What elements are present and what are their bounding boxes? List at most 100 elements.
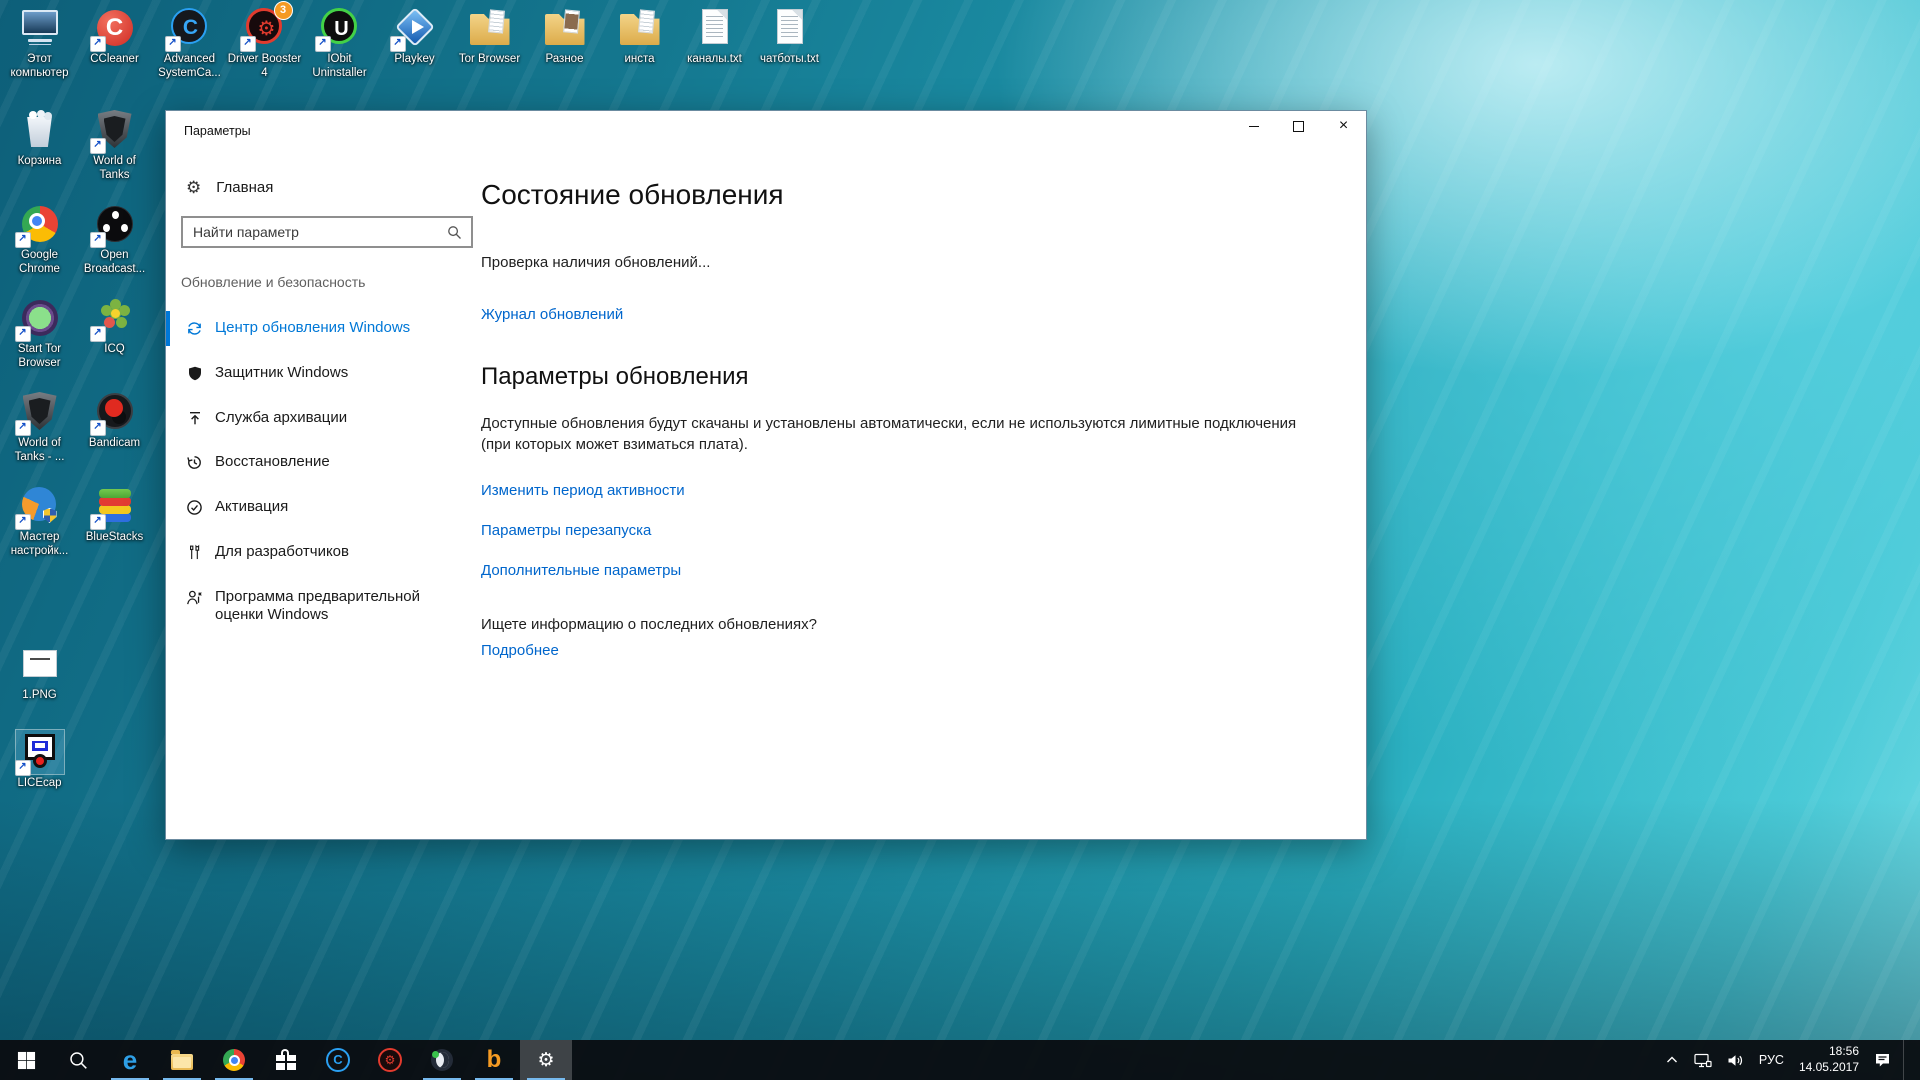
- text-file-icon: [691, 6, 739, 50]
- desktop-icon-label: Этот компьютер: [2, 53, 77, 80]
- master-icon: ↗: [16, 484, 64, 528]
- shortcut-arrow-icon: ↗: [390, 36, 406, 52]
- clock[interactable]: 18:56 14.05.2017: [1799, 1044, 1859, 1075]
- advanced-options-link[interactable]: Дополнительные параметры: [481, 561, 1336, 581]
- language-indicator[interactable]: РУС: [1759, 1053, 1784, 1067]
- minimize-button[interactable]: [1231, 111, 1276, 141]
- backup-icon: [186, 410, 203, 427]
- desktop-icon-ccleaner[interactable]: ↗CCleaner: [77, 6, 152, 80]
- window-controls: ×: [1231, 111, 1366, 141]
- desktop-icon-google-chrome[interactable]: ↗Google Chrome: [2, 202, 77, 276]
- bluestacks-icon: ↗: [91, 484, 139, 528]
- desktop-icon-playkey[interactable]: ↗Playkey: [377, 6, 452, 80]
- sidebar-item-windows-update[interactable]: Центр обновления Windows: [166, 306, 481, 351]
- taskbar-file-explorer-button[interactable]: [156, 1040, 208, 1080]
- desktop-icon-driver-booster[interactable]: ↗3Driver Booster 4: [227, 6, 302, 80]
- desktop-icon-label: Корзина: [2, 155, 77, 169]
- sidebar-item-recovery[interactable]: Восстановление: [166, 440, 481, 485]
- sidebar-item-home[interactable]: ⚙ Главная: [186, 179, 481, 196]
- desktop-icon-chatboty-txt[interactable]: чатботы.txt: [752, 6, 827, 80]
- sidebar-item-label: Активация: [215, 498, 288, 517]
- taskbar-edge-button[interactable]: e: [104, 1040, 156, 1080]
- taskbar-daemon-tools-button[interactable]: [416, 1040, 468, 1080]
- desktop-icon-1-png[interactable]: 1.PNG: [2, 642, 77, 703]
- info-text: Ищете информацию о последних обновлениях…: [481, 615, 1336, 635]
- desktop-icon-licecap[interactable]: ↗LICEcap: [2, 730, 77, 791]
- desktop-icon-world-of-tanks-shortcut[interactable]: ↗World of Tanks - ...: [2, 390, 77, 464]
- window-titlebar[interactable]: Параметры ×: [166, 111, 1366, 151]
- ccleaner-icon: ↗: [91, 6, 139, 50]
- desktop-icon-label: Google Chrome: [2, 249, 77, 276]
- desktop-icon-label: BlueStacks: [77, 531, 152, 545]
- volume-icon[interactable]: [1727, 1053, 1744, 1068]
- taskbar-start-button[interactable]: [0, 1040, 52, 1080]
- clock-time: 18:56: [1799, 1044, 1859, 1060]
- recovery-icon: [186, 454, 203, 471]
- shortcut-arrow-icon: ↗: [90, 326, 106, 342]
- taskbar: eC⚙b⚙ РУС 18:56 14.05.2017: [0, 1040, 1920, 1080]
- options-heading: Параметры обновления: [481, 361, 1336, 393]
- wot-icon: ↗: [16, 390, 64, 434]
- shortcut-arrow-icon: ↗: [15, 232, 31, 248]
- tray-chevron-icon[interactable]: [1665, 1053, 1679, 1067]
- action-center-icon[interactable]: [1874, 1052, 1891, 1068]
- shortcut-arrow-icon: ↗: [90, 514, 106, 530]
- desktop-icon-start-tor-browser[interactable]: ↗Start Tor Browser: [2, 296, 77, 370]
- taskbar-advanced-systemcare-button[interactable]: C: [312, 1040, 364, 1080]
- taskbar-chrome-button[interactable]: [208, 1040, 260, 1080]
- desktop-icon-bluestacks[interactable]: ↗BlueStacks: [77, 484, 152, 545]
- desktop-icon-open-broadcaster[interactable]: ↗Open Broadcast...: [77, 202, 152, 276]
- maximize-button[interactable]: [1276, 111, 1321, 141]
- shortcut-arrow-icon: ↗: [165, 36, 181, 52]
- sidebar-item-activation[interactable]: Активация: [166, 485, 481, 530]
- developers-icon: [186, 544, 203, 561]
- network-icon[interactable]: [1694, 1053, 1712, 1068]
- desktop-icon-master-nastroyki[interactable]: ↗ Мастер настройк...: [2, 484, 77, 558]
- desktop-icon-insta-folder[interactable]: инста: [602, 6, 677, 80]
- shortcut-arrow-icon: ↗: [90, 138, 106, 154]
- status-heading: Состояние обновления: [481, 177, 1336, 213]
- settings-search-box: [181, 216, 473, 248]
- change-active-hours-link[interactable]: Изменить период активности: [481, 481, 1336, 501]
- edge-icon: e: [123, 1047, 137, 1073]
- sidebar-item-backup[interactable]: Служба архивации: [166, 396, 481, 441]
- desktop-icon-advanced-systemcare[interactable]: ↗Advanced SystemCa...: [152, 6, 227, 80]
- taskbar-driver-booster-button[interactable]: ⚙: [364, 1040, 416, 1080]
- desktop-icon-iobit-uninstaller[interactable]: ↗IObit Uninstaller: [302, 6, 377, 80]
- desktop-icon-label: Мастер настройк...: [2, 531, 77, 558]
- desktop-icon-this-pc[interactable]: Этот компьютер: [2, 6, 77, 80]
- folder-icon: [466, 6, 514, 50]
- desktop-icon-label: ICQ: [77, 343, 152, 357]
- restart-options-link[interactable]: Параметры перезапуска: [481, 521, 1336, 541]
- learn-more-link[interactable]: Подробнее: [481, 641, 1336, 661]
- sidebar-item-windows-defender[interactable]: Защитник Windows: [166, 351, 481, 396]
- playkey-icon: ↗: [391, 6, 439, 50]
- sidebar-item-developers[interactable]: Для разработчиков: [166, 530, 481, 575]
- sidebar-item-label: Служба архивации: [215, 409, 347, 428]
- desktop-icon-raznoe-folder[interactable]: Разное: [527, 6, 602, 80]
- sidebar-section-label: Обновление и безопасность: [181, 274, 481, 290]
- show-desktop-button[interactable]: [1903, 1040, 1910, 1080]
- image-file-icon: [16, 642, 64, 686]
- taskbar-settings-button[interactable]: ⚙: [520, 1040, 572, 1080]
- icq-icon: ↗: [91, 296, 139, 340]
- update-history-link[interactable]: Журнал обновлений: [481, 305, 1336, 325]
- desktop-icon-world-of-tanks[interactable]: ↗World of Tanks: [77, 108, 152, 182]
- iobit-icon: ↗: [316, 6, 364, 50]
- taskbar-search-button[interactable]: [52, 1040, 104, 1080]
- shortcut-arrow-icon: ↗: [90, 36, 106, 52]
- taskbar-orange-b-app-button[interactable]: b: [468, 1040, 520, 1080]
- start-icon: [17, 1051, 36, 1070]
- desktop-top-row: Этот компьютер↗CCleaner↗Advanced SystemC…: [2, 6, 827, 80]
- sidebar-item-insider[interactable]: Программа предварительной оценки Windows: [166, 575, 481, 639]
- desktop-icon-icq[interactable]: ↗ICQ: [77, 296, 152, 357]
- close-button[interactable]: ×: [1321, 111, 1366, 141]
- desktop-icon-bandicam[interactable]: ↗Bandicam: [77, 390, 152, 451]
- desktop-icon-label: Bandicam: [77, 437, 152, 451]
- desktop-icon-kanaly-txt[interactable]: каналы.txt: [677, 6, 752, 80]
- desktop-icon-recycle-bin[interactable]: Корзина: [2, 108, 77, 169]
- this-pc-icon: [16, 6, 64, 50]
- search-input[interactable]: [183, 224, 447, 240]
- taskbar-store-button[interactable]: [260, 1040, 312, 1080]
- desktop-icon-tor-browser-folder[interactable]: Tor Browser: [452, 6, 527, 80]
